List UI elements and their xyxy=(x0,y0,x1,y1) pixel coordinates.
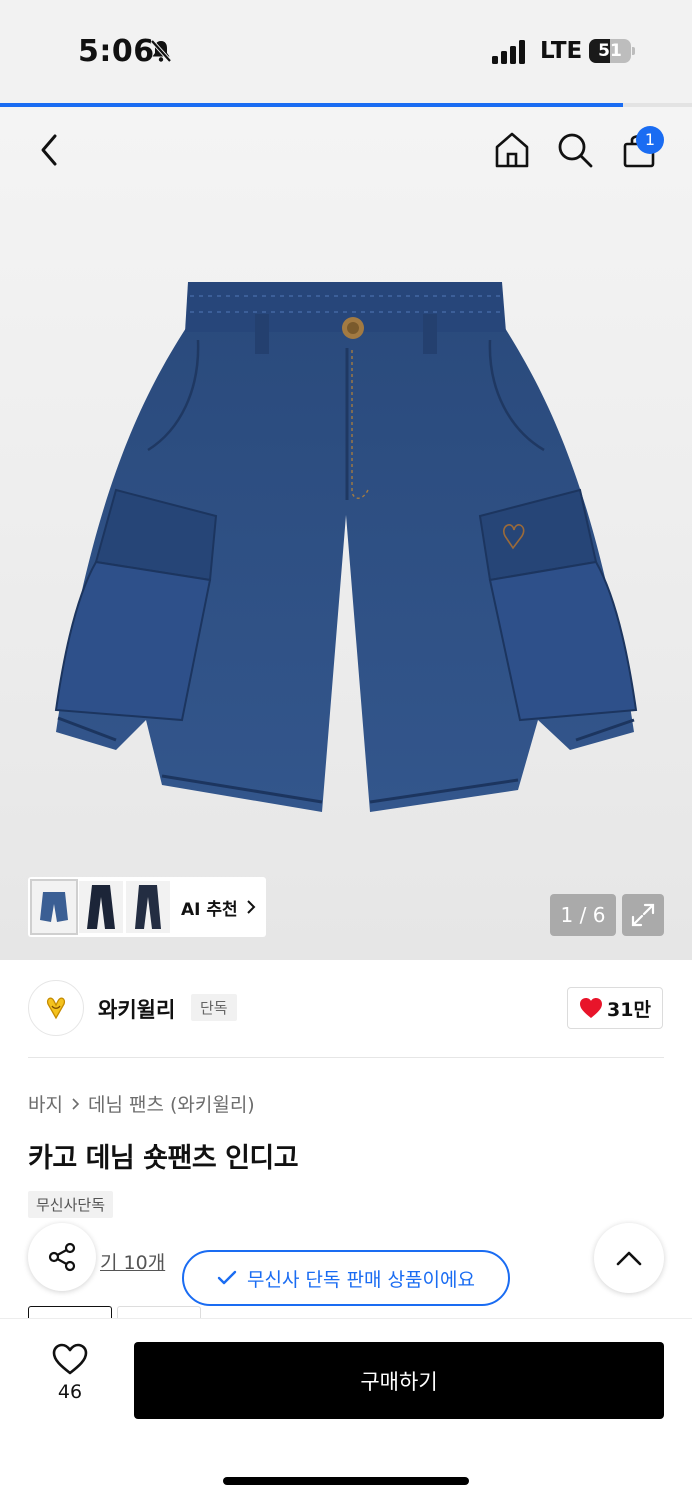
buy-button[interactable]: 구매하기 xyxy=(134,1342,664,1419)
cellular-signal-icon xyxy=(492,40,528,68)
product-title: 카고 데님 숏팬츠 인디고 xyxy=(28,1143,299,1174)
toast-text: 무신사 단독 판매 상품이에요 xyxy=(247,1268,475,1291)
home-indicator xyxy=(223,1477,469,1485)
breadcrumb-item[interactable]: 바지 xyxy=(28,1090,63,1117)
recommendation-thumb[interactable] xyxy=(79,881,123,933)
chevron-right-icon xyxy=(246,900,256,914)
chevron-right-icon xyxy=(72,1097,80,1110)
musinsa-exclusive-tag: 무신사단독 xyxy=(28,1191,114,1218)
wishlist-count: 46 xyxy=(57,1381,83,1403)
home-icon xyxy=(495,132,529,168)
recommendation-thumb[interactable] xyxy=(126,881,170,933)
scroll-top-button[interactable] xyxy=(594,1223,664,1293)
status-bar: 5:06 LTE 51 xyxy=(0,0,692,104)
breadcrumb-item[interactable]: 데님 팬츠 (와키윌리) xyxy=(88,1090,255,1117)
heart-filled-icon xyxy=(580,998,603,1018)
network-type: LTE xyxy=(540,38,583,64)
check-icon xyxy=(217,1270,237,1285)
exclusive-tag: 단독 xyxy=(191,994,237,1021)
heart-outline-icon xyxy=(52,1343,88,1375)
expand-button[interactable] xyxy=(622,894,664,936)
wishlist-button[interactable]: 46 xyxy=(38,1343,102,1415)
home-button[interactable] xyxy=(490,128,534,172)
ai-recommendation-label: AI 추천 xyxy=(181,899,238,920)
recommendation-thumb[interactable] xyxy=(30,879,78,935)
battery-icon: 51 xyxy=(589,39,635,63)
brand-logo[interactable] xyxy=(28,980,84,1036)
breadcrumb: 바지 데님 팬츠 (와키윌리) xyxy=(28,1090,255,1117)
brand-name[interactable]: 와키윌리 xyxy=(98,994,175,1024)
brand-like-button[interactable]: 31만 xyxy=(567,987,663,1029)
brand-row: 와키윌리 단독 31만 xyxy=(28,980,664,1038)
battery-level: 51 xyxy=(598,41,622,61)
share-icon xyxy=(48,1242,76,1272)
share-button[interactable] xyxy=(28,1223,96,1291)
chevron-left-icon xyxy=(41,134,57,166)
search-button[interactable] xyxy=(553,128,597,172)
cart-count-badge: 1 xyxy=(636,126,664,154)
bell-muted-icon xyxy=(148,38,174,68)
product-image[interactable] xyxy=(50,280,642,816)
brand-like-count: 31만 xyxy=(607,998,651,1021)
search-icon xyxy=(558,133,593,168)
image-page-counter: 1 / 6 xyxy=(550,894,616,936)
ai-recommendation-chip[interactable]: AI 추천 xyxy=(28,877,266,937)
chevron-up-icon xyxy=(616,1251,642,1266)
back-button[interactable] xyxy=(28,128,72,172)
status-time: 5:06 xyxy=(78,34,155,69)
expand-icon xyxy=(631,903,655,927)
review-link[interactable]: 기 10개 xyxy=(100,1248,165,1275)
exclusive-toast: 무신사 단독 판매 상품이에요 xyxy=(182,1250,510,1306)
divider xyxy=(28,1057,664,1058)
